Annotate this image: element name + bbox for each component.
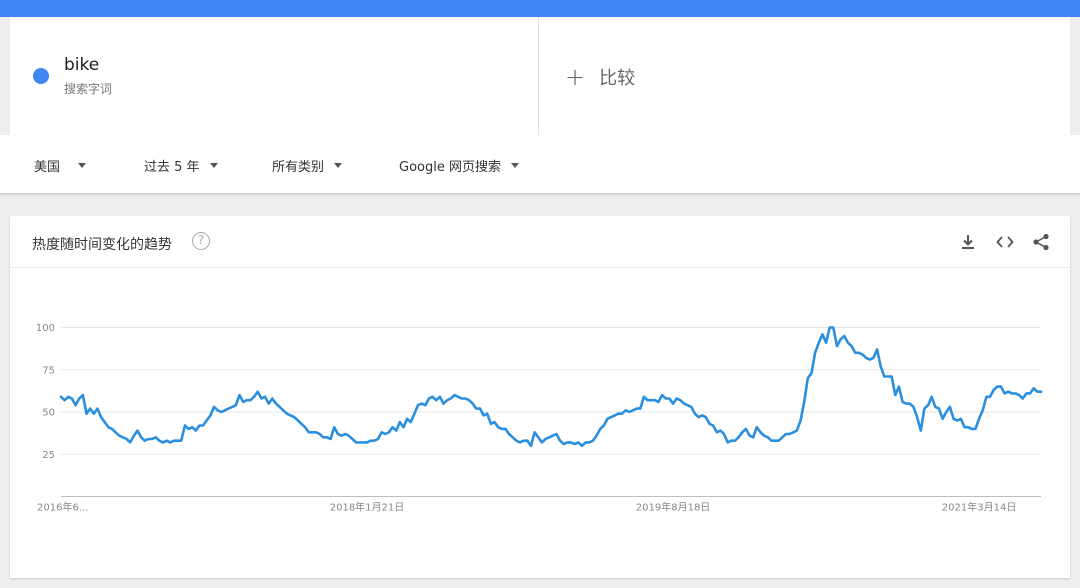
x-tick-label: 2021年3月14日 bbox=[942, 501, 1017, 514]
dropdown-arrow-icon bbox=[78, 163, 87, 168]
trend-chart: 25 50 75 100 2016年6... 2018年1月21日 2019年8月18日 20… bbox=[36, 323, 1043, 514]
top-accent-bar bbox=[0, 0, 1080, 17]
filter-bar: 美国 过去 5 年 所有类别 Google 网页搜索 bbox=[0, 135, 1080, 194]
series-line-bike[interactable] bbox=[59, 326, 1043, 448]
category-filter-label: 所有类别 bbox=[272, 160, 325, 175]
y-tick-label: 75 bbox=[42, 365, 55, 376]
x-tick-label: 2018年1月21日 bbox=[330, 501, 405, 514]
search-type-filter-label: Google 网页搜索 bbox=[399, 160, 501, 175]
dropdown-arrow-icon bbox=[510, 163, 519, 168]
term-color-dot bbox=[33, 68, 49, 84]
term-name[interactable]: bike bbox=[64, 55, 99, 75]
x-tick-label: 2019年8月18日 bbox=[636, 501, 711, 514]
region-filter-label: 美国 bbox=[34, 160, 61, 175]
category-filter[interactable]: 所有类别 bbox=[272, 156, 343, 175]
search-type-filter[interactable]: Google 网页搜索 bbox=[399, 156, 519, 175]
plus-icon: + bbox=[565, 63, 586, 91]
compare-label: 比较 bbox=[599, 68, 636, 89]
dropdown-arrow-icon bbox=[209, 163, 218, 168]
search-term-row: bike 搜索字词 + 比较 bbox=[0, 17, 1080, 135]
y-tick-label: 100 bbox=[36, 323, 55, 334]
search-term-card: bike 搜索字词 + 比较 bbox=[10, 17, 1070, 135]
dropdown-arrow-icon bbox=[334, 163, 343, 168]
compare-button[interactable]: + 比较 bbox=[565, 64, 635, 90]
region-filter[interactable]: 美国 bbox=[34, 156, 87, 175]
time-range-filter-label: 过去 5 年 bbox=[144, 160, 200, 175]
term-type-label: 搜索字词 bbox=[64, 82, 113, 96]
y-tick-label: 50 bbox=[42, 408, 55, 419]
y-tick-label: 25 bbox=[42, 450, 55, 461]
x-tick-label: 2016年6... bbox=[37, 501, 88, 514]
interest-over-time-card: 热度随时间变化的趋势 ? 25 50 75 100 2016年6... 2018年1月21… bbox=[10, 216, 1070, 578]
search-term-box[interactable]: bike 搜索字词 bbox=[10, 17, 539, 135]
time-range-filter[interactable]: 过去 5 年 bbox=[144, 156, 218, 175]
